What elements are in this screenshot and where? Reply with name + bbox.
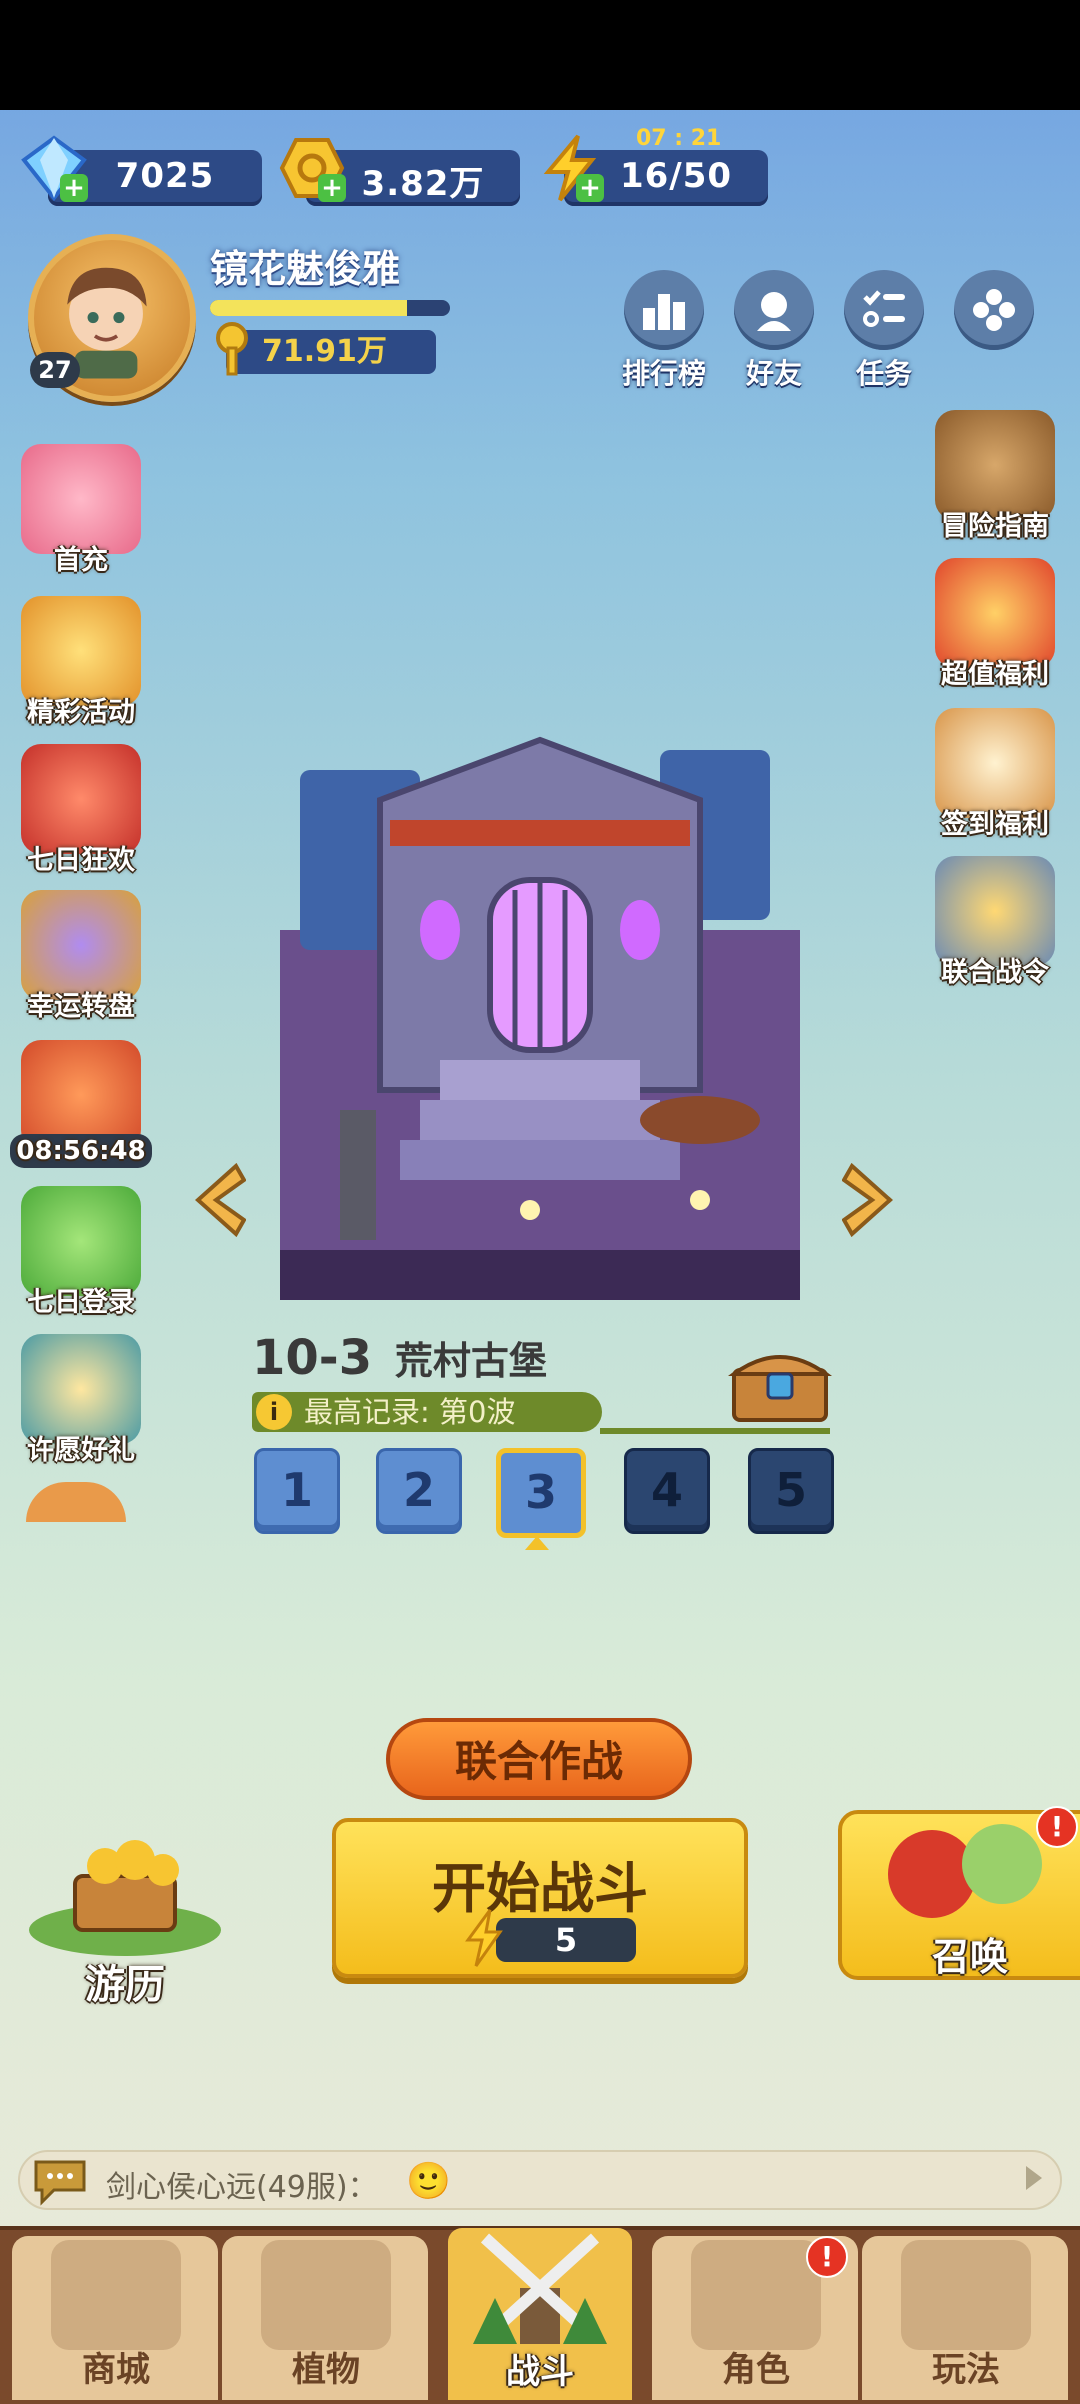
nav-gameplay[interactable]: 玩法 [866,2240,1066,2400]
start-battle-label: 开始战斗 [432,1857,648,1920]
stage-scene-haunted-castle[interactable] [280,730,800,1310]
summon-plants-icon [888,1824,1042,1918]
status-bar [0,0,1080,110]
friends-icon [757,292,791,331]
chat-message: 剑心侯心远(49服)： [106,2170,378,2205]
gameplay-icon [901,2240,1031,2350]
nav-battle-label: 战斗 [506,2352,574,2392]
player-level: 27 [30,352,80,388]
energy-cost: 5 [496,1918,636,1962]
seven-day-login-button[interactable]: 七日登录 [6,1186,156,1319]
first-recharge-label: 首充 [54,545,108,576]
gift-countdown: 08:56:48 [10,1134,152,1168]
wish-gift-button[interactable]: 许愿好礼 [6,1334,156,1467]
first-recharge-button[interactable]: 首充 [6,444,156,577]
coin-counter[interactable]: + 3.82万 [279,138,520,206]
current-wave-indicator [525,1536,549,1550]
friends-button[interactable]: 好友 [732,270,816,392]
energy-cost-icon [465,1909,503,1967]
energy-value: 16/50 [619,156,733,196]
character-alert-badge: ! [806,2236,848,2278]
stage-title: 10-3 荒村古堡 [252,1330,547,1386]
gem-value: 7025 [115,156,215,196]
plants-icon [261,2240,391,2350]
treasure-chest-icon[interactable] [728,1344,832,1424]
battle-pass-button[interactable]: 联合战令 [920,856,1070,989]
leaderboard-icon [643,294,685,330]
more-menu-icon [973,289,1015,331]
chat-emoji: 🙂 [406,2161,451,2202]
wave-5-button[interactable]: 5 [748,1448,834,1534]
chat-bar[interactable]: 剑心侯心远(49服)： 🙂 [18,2150,1062,2210]
tasks-label: 任务 [855,357,912,390]
player-name: 镜花魅俊雅 [210,247,401,291]
value-deals-button[interactable]: 超值福利 [920,558,1070,691]
seven-day-carnival-button[interactable]: 七日狂欢 [6,744,156,877]
record-divider [600,1428,830,1434]
sign-in-rewards-label: 签到福利 [941,809,1049,840]
lucky-wheel-label: 幸运转盘 [27,991,135,1022]
shop-icon [51,2240,181,2350]
gem-counter[interactable]: + 7025 [21,135,262,206]
wave-4-button[interactable]: 4 [624,1448,710,1534]
coop-battle-button[interactable]: 联合作战 [386,1718,692,1800]
events-label: 精彩活动 [27,697,135,728]
leaderboard-label: 排行榜 [622,357,707,390]
expand-chat-icon[interactable] [1026,2166,1042,2190]
adventure-guide-label: 冒险指南 [941,511,1049,542]
chat-bubble-icon [34,2160,86,2206]
more-menu-button[interactable] [952,270,1036,350]
wish-gift-label: 许愿好礼 [27,1435,135,1466]
battle-pass-label: 联合战令 [941,957,1049,988]
best-record: 最高记录: 第0波 [252,1392,602,1432]
xp-fill [210,300,407,316]
start-battle-button[interactable]: 开始战斗 5 [332,1818,748,1978]
seven-day-login-label: 七日登录 [27,1287,135,1318]
energy-counter[interactable]: + 16/50 [543,134,768,206]
coin-value: 3.82万 [361,164,485,204]
more-side-item-partial[interactable] [26,1482,126,1522]
summon-label: 召唤 [932,1935,1009,1979]
xp-bar [210,300,450,316]
next-stage-arrow-icon[interactable] [842,1160,902,1240]
stage-number: 10-3 [252,1330,373,1386]
tasks-button[interactable]: 任务 [842,270,926,392]
stage-name: 荒村古堡 [394,1339,547,1383]
nav-battle[interactable]: 战斗 [448,2228,632,2400]
sign-in-rewards-button[interactable]: 签到福利 [920,708,1070,841]
character-icon [691,2240,821,2350]
events-button[interactable]: 精彩活动 [6,596,156,729]
prev-stage-arrow-icon[interactable] [186,1160,246,1240]
adventure-guide-button[interactable]: 冒险指南 [920,410,1070,543]
windmill-battle-icon [473,2233,607,2344]
wave-3-button[interactable]: 3 [496,1448,586,1538]
friends-label: 好友 [745,357,802,390]
wave-1-button[interactable]: 1 [254,1448,340,1534]
energy-timer: 07 : 21 [636,126,722,151]
seven-day-carnival-label: 七日狂欢 [27,845,135,876]
wave-2-button[interactable]: 2 [376,1448,462,1534]
nav-shop[interactable]: 商城 [16,2240,216,2400]
treasure-pile-icon [29,1840,221,1956]
value-deals-label: 超值福利 [941,659,1049,690]
nav-plants[interactable]: 植物 [226,2240,426,2400]
info-icon: i [256,1394,292,1430]
gold-value: 71.91万 [262,334,387,369]
summon-alert-badge: ! [1036,1806,1078,1848]
tasks-icon [863,290,905,327]
travel-label: 游历 [85,1962,165,2008]
leaderboard-button[interactable]: 排行榜 [622,270,706,392]
key-icon [216,322,248,376]
timed-gift-button[interactable]: 08:56:48 [6,1040,156,1168]
lucky-wheel-button[interactable]: 幸运转盘 [6,890,156,1023]
travel-button[interactable]: 游历 [10,1820,240,2010]
